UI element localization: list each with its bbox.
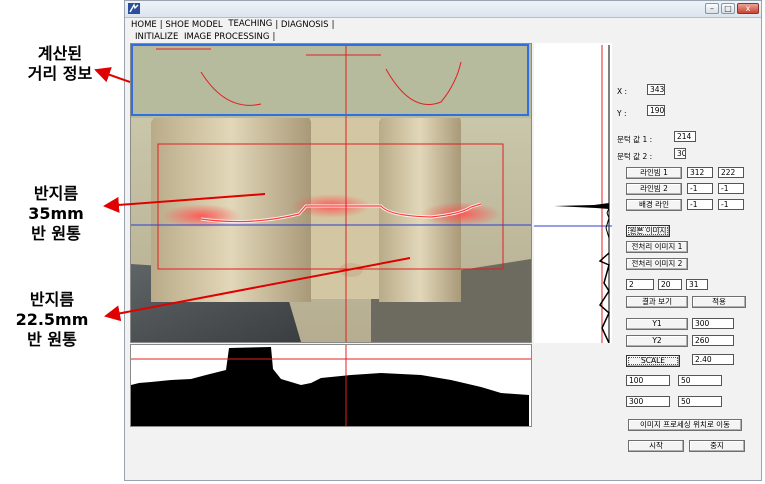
arrow-distance-info bbox=[94, 67, 131, 83]
arrow-radius-22-5 bbox=[104, 257, 411, 322]
annotation-arrows bbox=[94, 67, 411, 322]
arrow-radius-35 bbox=[103, 193, 266, 213]
